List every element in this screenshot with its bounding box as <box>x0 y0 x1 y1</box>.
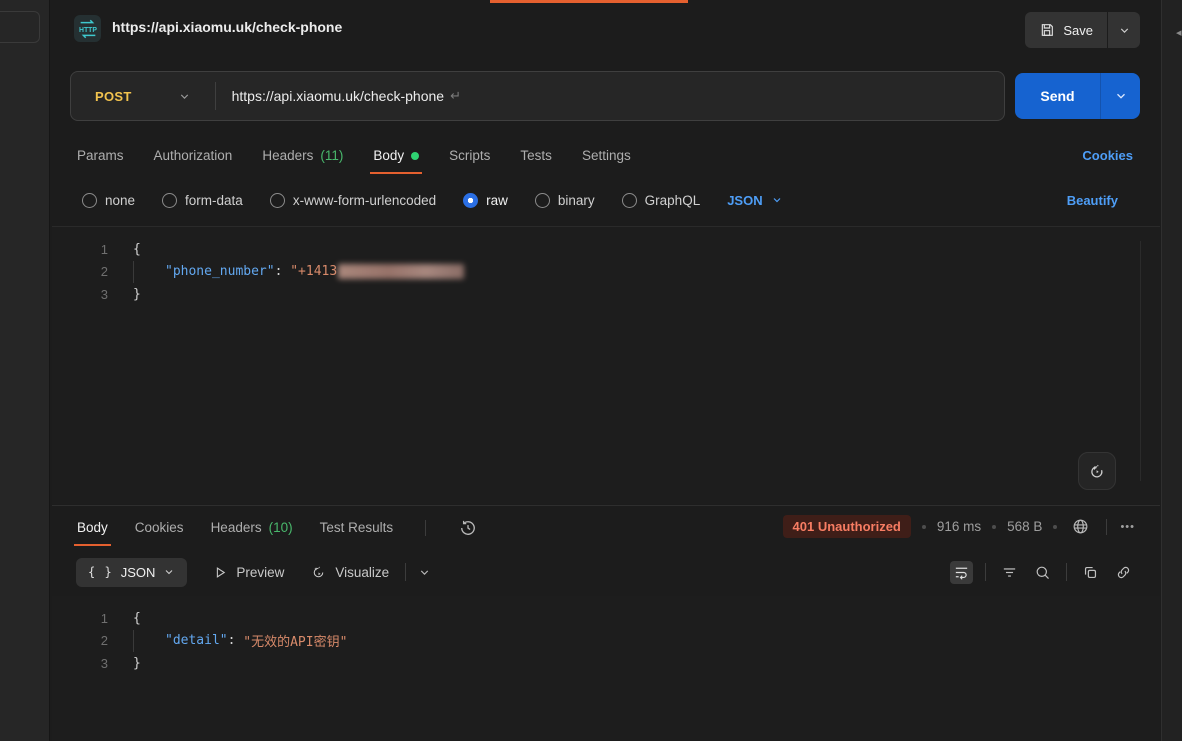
divider <box>985 563 986 581</box>
response-header: Body Cookies Headers(10) Test Results 40… <box>52 505 1160 547</box>
tab-authorization[interactable]: Authorization <box>154 148 233 165</box>
indent-guide <box>133 630 134 652</box>
divider <box>425 520 426 536</box>
body-type-row: none form-data x-www-form-urlencoded raw… <box>52 185 1160 215</box>
right-sidebar-rail: ◂ <box>1161 0 1182 741</box>
toolbar-chevron-icon[interactable] <box>418 566 431 579</box>
divider <box>405 563 406 581</box>
response-tab-cookies[interactable]: Cookies <box>135 520 184 537</box>
divider <box>1106 519 1107 535</box>
filter-icon[interactable] <box>998 561 1021 584</box>
radio-icon <box>270 193 285 208</box>
status-badge[interactable]: 401 Unauthorized <box>783 515 911 538</box>
url-row: POST https://api.xiaomu.uk/check-phone ↵… <box>52 70 1160 122</box>
response-meta: 401 Unauthorized 916 ms 568 B ••• <box>783 514 1135 539</box>
body-type-form-data[interactable]: form-data <box>162 193 243 208</box>
response-more-options[interactable]: ••• <box>1120 521 1135 533</box>
request-title: https://api.xiaomu.uk/check-phone <box>112 19 342 35</box>
tab-scripts[interactable]: Scripts <box>449 148 490 165</box>
code-line: 1 { <box>52 607 1160 630</box>
code-line: 2 "detail": "无效的API密钥" <box>52 630 1160 653</box>
response-body-editor[interactable]: 1 { 2 "detail": "无效的API密钥" 3 } <box>52 596 1160 741</box>
code-line: 3 } <box>52 283 1160 306</box>
body-modified-dot <box>411 152 419 160</box>
tab-settings[interactable]: Settings <box>582 148 631 165</box>
radio-icon <box>162 193 177 208</box>
response-tabs: Body Cookies Headers(10) Test Results <box>77 515 481 541</box>
radio-selected-icon <box>463 193 478 208</box>
response-history-icon[interactable] <box>455 515 481 541</box>
method-chevron-icon[interactable] <box>178 90 191 103</box>
save-button[interactable]: Save <box>1025 12 1107 48</box>
save-options-chevron[interactable] <box>1107 12 1140 48</box>
radio-icon <box>82 193 97 208</box>
braces-icon: { } <box>88 565 113 579</box>
indent-guide <box>133 261 134 283</box>
preview-button[interactable]: Preview <box>213 565 284 580</box>
code-line: 1 { <box>52 238 1160 261</box>
response-time[interactable]: 916 ms <box>937 519 981 534</box>
dot-separator <box>922 525 926 529</box>
dot-separator <box>992 525 996 529</box>
send-options-chevron[interactable] <box>1100 73 1140 119</box>
sidebar-collapsed-item[interactable] <box>0 11 40 43</box>
send-button[interactable]: Send <box>1015 73 1100 119</box>
postbot-button[interactable] <box>1078 452 1116 490</box>
response-format-select[interactable]: { } JSON <box>76 558 187 587</box>
method-selector[interactable]: POST <box>71 89 132 104</box>
url-input[interactable]: https://api.xiaomu.uk/check-phone <box>232 88 444 104</box>
left-sidebar-rail <box>0 0 50 741</box>
request-workspace: HTTP https://api.xiaomu.uk/check-phone S… <box>52 0 1160 741</box>
raw-language-select[interactable]: JSON <box>727 193 782 208</box>
return-key-hint: ↵ <box>450 88 461 104</box>
word-wrap-icon[interactable] <box>950 561 973 584</box>
code-line: 2 "phone_number": "+1413 <box>52 261 1160 284</box>
search-icon[interactable] <box>1031 561 1054 584</box>
right-rail-cutoff-icon[interactable]: ◂ <box>1176 26 1182 39</box>
divider <box>1066 563 1067 581</box>
response-size[interactable]: 568 B <box>1007 519 1042 534</box>
radio-icon <box>535 193 550 208</box>
link-icon[interactable] <box>1112 561 1135 584</box>
http-method-icon: HTTP <box>74 15 101 42</box>
radio-icon <box>622 193 637 208</box>
body-type-none[interactable]: none <box>82 193 135 208</box>
save-icon <box>1039 22 1055 38</box>
beautify-link[interactable]: Beautify <box>1067 193 1118 208</box>
play-icon <box>213 565 228 580</box>
network-globe-icon[interactable] <box>1068 514 1093 539</box>
tab-body[interactable]: Body <box>373 148 419 165</box>
svg-text:HTTP: HTTP <box>79 26 97 33</box>
url-divider <box>215 82 216 110</box>
response-tab-body[interactable]: Body <box>77 520 108 537</box>
code-line: 3 } <box>52 652 1160 675</box>
request-body-editor[interactable]: 1 { 2 "phone_number": "+1413 3 } <box>52 226 1160 504</box>
response-tab-test-results[interactable]: Test Results <box>320 520 394 537</box>
body-type-raw[interactable]: raw <box>463 193 508 208</box>
visualize-sparkle-icon <box>310 564 327 581</box>
dot-separator <box>1053 525 1057 529</box>
request-tabs: Params Authorization Headers(11) Body Sc… <box>52 140 1160 173</box>
url-input-container: POST https://api.xiaomu.uk/check-phone ↵ <box>70 71 1005 121</box>
tab-params[interactable]: Params <box>77 148 124 165</box>
copy-icon[interactable] <box>1079 561 1102 584</box>
redacted-phone-value <box>338 264 464 279</box>
body-type-binary[interactable]: binary <box>535 193 595 208</box>
request-header-row: HTTP https://api.xiaomu.uk/check-phone S… <box>52 10 1160 52</box>
editor-scrollbar[interactable] <box>1140 241 1141 481</box>
cookies-link[interactable]: Cookies <box>1082 148 1133 163</box>
tab-headers[interactable]: Headers(11) <box>262 148 343 165</box>
body-type-graphql[interactable]: GraphQL <box>622 193 701 208</box>
response-tab-headers[interactable]: Headers(10) <box>211 520 293 537</box>
response-toolbar: { } JSON Preview Visualize <box>52 555 1160 589</box>
tab-tests[interactable]: Tests <box>520 148 552 165</box>
visualize-button[interactable]: Visualize <box>310 564 389 581</box>
body-type-urlencoded[interactable]: x-www-form-urlencoded <box>270 193 436 208</box>
